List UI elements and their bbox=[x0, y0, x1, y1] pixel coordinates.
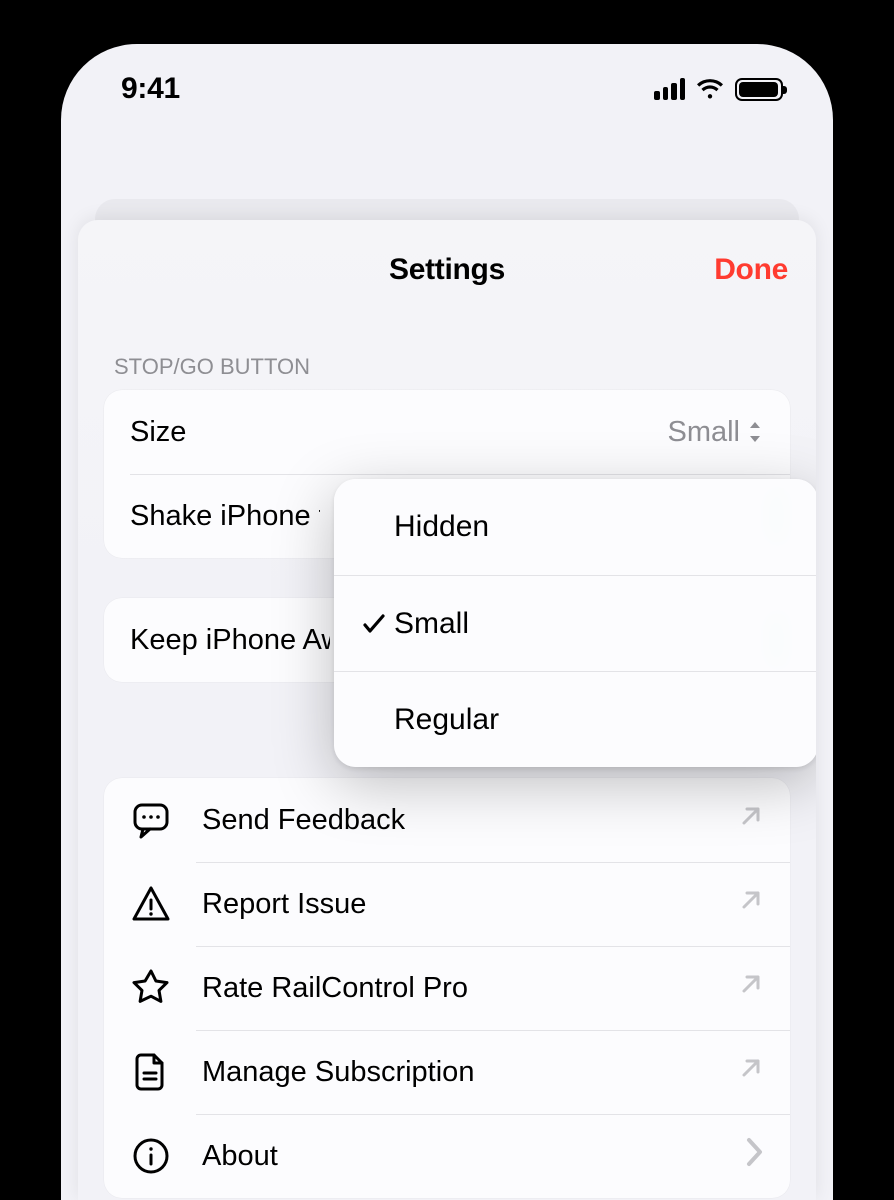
about-label: About bbox=[202, 1140, 278, 1173]
settings-sheet: Settings Done STOP/GO BUTTON Size Small bbox=[78, 220, 816, 1200]
size-row[interactable]: Size Small bbox=[104, 390, 790, 474]
external-link-icon bbox=[738, 803, 764, 829]
wifi-icon bbox=[695, 78, 725, 100]
rate-app-label: Rate RailControl Pro bbox=[202, 972, 468, 1005]
send-feedback-label: Send Feedback bbox=[202, 804, 405, 837]
info-icon bbox=[130, 1135, 172, 1177]
report-issue-row[interactable]: Report Issue bbox=[104, 862, 790, 946]
status-bar: 9:41 bbox=[61, 44, 833, 154]
star-icon bbox=[130, 967, 172, 1009]
external-link-icon bbox=[738, 971, 764, 997]
cellular-signal-icon bbox=[654, 78, 685, 100]
size-label: Size bbox=[130, 416, 186, 449]
page-title: Settings bbox=[389, 253, 505, 287]
size-menu-item-hidden[interactable]: Hidden bbox=[334, 479, 816, 575]
report-issue-label: Report Issue bbox=[202, 888, 366, 921]
done-button[interactable]: Done bbox=[714, 220, 788, 320]
size-menu-item-regular[interactable]: Regular bbox=[334, 671, 816, 767]
section-header-stop-go: STOP/GO BUTTON bbox=[104, 320, 790, 390]
feedback-icon bbox=[130, 799, 172, 841]
external-link-icon bbox=[738, 887, 764, 913]
warning-icon bbox=[130, 883, 172, 925]
rate-app-row[interactable]: Rate RailControl Pro bbox=[104, 946, 790, 1030]
size-value: Small bbox=[667, 416, 740, 449]
size-menu: Hidden Small Regular bbox=[334, 479, 816, 767]
checkmark-icon bbox=[354, 611, 394, 637]
manage-subscription-row[interactable]: Manage Subscription bbox=[104, 1030, 790, 1114]
status-indicators bbox=[654, 78, 783, 101]
about-row[interactable]: About bbox=[104, 1114, 790, 1198]
up-down-icon bbox=[746, 420, 764, 444]
chevron-right-icon bbox=[744, 1137, 764, 1167]
external-link-icon bbox=[738, 1055, 764, 1081]
manage-subscription-label: Manage Subscription bbox=[202, 1056, 474, 1089]
status-time: 9:41 bbox=[121, 72, 180, 106]
document-icon bbox=[130, 1051, 172, 1093]
shake-label: Shake iPhone to Stop bbox=[130, 500, 320, 533]
keep-awake-label: Keep iPhone Awake bbox=[130, 624, 330, 657]
size-menu-item-small[interactable]: Small bbox=[334, 575, 816, 671]
send-feedback-row[interactable]: Send Feedback bbox=[104, 778, 790, 862]
battery-icon bbox=[735, 78, 783, 101]
links-group: Send Feedback bbox=[104, 778, 790, 1198]
